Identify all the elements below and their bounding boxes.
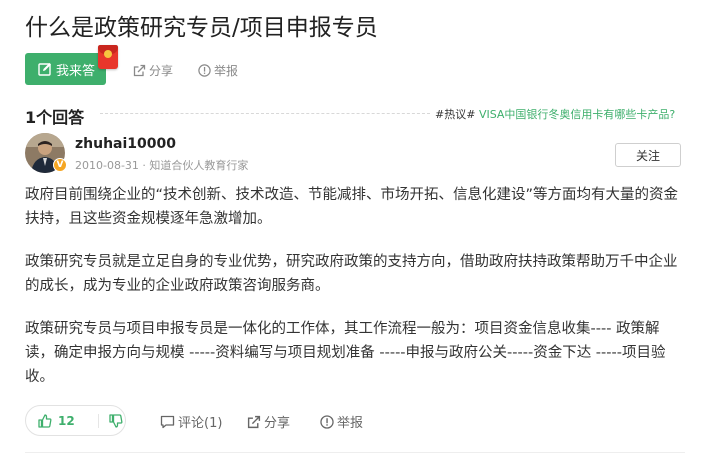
comment-button[interactable]: 评论(1) — [160, 412, 222, 431]
upvote-button[interactable]: 12 — [26, 414, 98, 428]
share-button-top[interactable]: 分享 — [133, 62, 173, 79]
answer-button[interactable]: 我来答 — [25, 53, 106, 85]
hot-tag: #热议# — [435, 108, 476, 121]
answer-count: 1个回答 — [25, 108, 85, 127]
comment-icon — [160, 415, 175, 428]
divider — [100, 113, 430, 114]
question-title: 什么是政策研究专员/项目申报专员 — [25, 15, 378, 41]
edit-icon — [38, 63, 51, 76]
answer-button-label: 我来答 — [56, 63, 96, 79]
downvote-button[interactable] — [99, 413, 123, 428]
share-button[interactable]: 分享 — [247, 412, 290, 431]
bottom-divider — [25, 452, 685, 453]
share-icon — [247, 415, 261, 428]
share-label-top: 分享 — [149, 64, 174, 78]
report-button[interactable]: 举报 — [320, 412, 363, 431]
answer-paragraph-3: 政策研究专员与项目申报专员是一体化的工作体，其工作流程一般为：项目资金信息收集-… — [25, 321, 666, 385]
report-icon — [320, 414, 334, 429]
thumbs-down-icon — [109, 413, 123, 428]
share-label: 分享 — [264, 416, 291, 431]
report-label-top: 举报 — [214, 64, 239, 78]
hot-topic[interactable]: #热议# VISA中国银行冬奥信用卡有哪些卡产品? — [435, 106, 675, 122]
follow-button[interactable]: 关注 — [615, 143, 681, 167]
hot-topic-link[interactable]: VISA中国银行冬奥信用卡有哪些卡产品? — [479, 108, 675, 121]
vote-box: 12 — [25, 405, 126, 436]
answer-meta: 2010-08-31 · 知道合伙人教育行家 — [75, 159, 249, 172]
report-button-top[interactable]: 举报 — [198, 62, 238, 79]
report-label: 举报 — [337, 416, 364, 431]
red-packet-icon[interactable] — [98, 45, 118, 69]
thumbs-up-icon — [38, 413, 52, 428]
verified-badge: V — [53, 158, 67, 172]
answer-paragraph-2: 政策研究专员就是立足自身的专业优势，研究政府政策的支持方向，借助政府扶持政策帮助… — [25, 254, 678, 294]
report-icon — [198, 64, 211, 77]
answer-username[interactable]: zhuhai10000 — [75, 136, 176, 152]
like-count: 12 — [58, 413, 75, 428]
share-icon — [133, 64, 146, 77]
comment-label: 评论(1) — [178, 416, 223, 431]
answer-paragraph-1: 政府目前围绕企业的“技术创新、技术改造、节能减排、市场开拓、信息化建设”等方面均… — [25, 187, 679, 227]
